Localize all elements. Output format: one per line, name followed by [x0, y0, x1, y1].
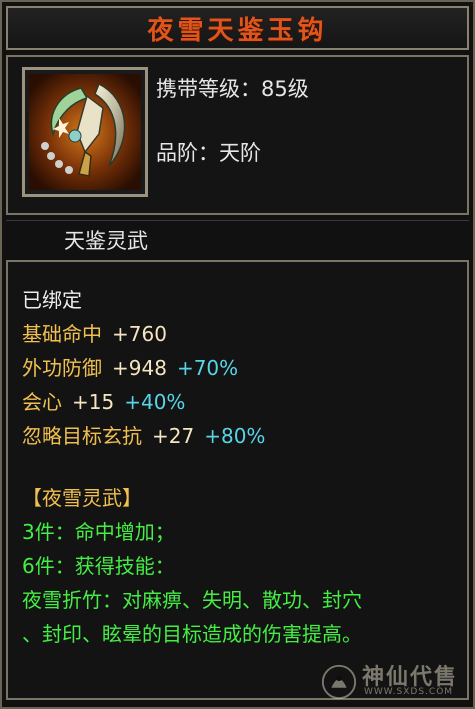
set-name: 【夜雪灵武】 — [22, 486, 142, 510]
stat-row: 会心 +15 +40% — [22, 386, 185, 415]
stat-bonus: +70% — [176, 356, 239, 380]
item-tooltip: 夜雪天鉴玉钩 携带等级：85级 品阶：天阶 天鉴灵武 已绑定 基础命中 +760… — [0, 0, 475, 709]
watermark: 神仙代售 WWW.SXDS.COM — [320, 657, 470, 705]
stat-label: 外功防御 — [22, 356, 102, 380]
stat-value: +27 — [152, 424, 195, 448]
stat-row: 基础命中 +760 — [22, 318, 167, 347]
stat-label: 会心 — [22, 390, 62, 414]
item-grade: 品阶：天阶 — [156, 141, 261, 165]
item-type-bar: 天鉴灵武 — [6, 220, 469, 256]
set-skill-desc-1: 夜雪折竹：对麻痹、失明、散功、封穴 — [22, 588, 362, 612]
stat-value: +15 — [72, 390, 115, 414]
item-type: 天鉴灵武 — [64, 229, 148, 253]
set-bonus-3: 3件：命中增加； — [22, 520, 175, 544]
stat-label: 忽略目标玄抗 — [22, 424, 142, 448]
set-bonus-6: 6件：获得技能： — [22, 554, 175, 578]
watermark-logo-icon — [321, 664, 357, 700]
carry-level: 携带等级：85级 — [156, 77, 309, 101]
stat-bonus: +80% — [204, 424, 266, 448]
title-bar: 夜雪天鉴玉钩 — [6, 6, 469, 50]
item-icon-frame[interactable] — [22, 67, 148, 197]
stat-row: 忽略目标玄抗 +27 +80% — [22, 420, 265, 449]
stat-label: 基础命中 — [22, 322, 102, 346]
set-skill-desc-2: 、封印、眩晕的目标造成的伤害提高。 — [22, 622, 362, 646]
stat-bonus: +40% — [124, 390, 186, 414]
watermark-url: WWW.SXDS.COM — [364, 687, 454, 697]
stats-panel: 已绑定 基础命中 +760 外功防御 +948 +70% 会心 +15 +40% 忽略目标… — [6, 260, 469, 700]
item-header-panel: 携带等级：85级 品阶：天阶 — [6, 55, 469, 215]
item-title: 夜雪天鉴玉钩 — [147, 15, 328, 46]
bound-status: 已绑定 — [22, 288, 82, 312]
jade-hook-weapon-icon — [29, 74, 141, 190]
stat-value: +948 — [112, 356, 167, 380]
stat-value: +760 — [112, 322, 167, 346]
stat-row: 外功防御 +948 +70% — [22, 352, 238, 381]
